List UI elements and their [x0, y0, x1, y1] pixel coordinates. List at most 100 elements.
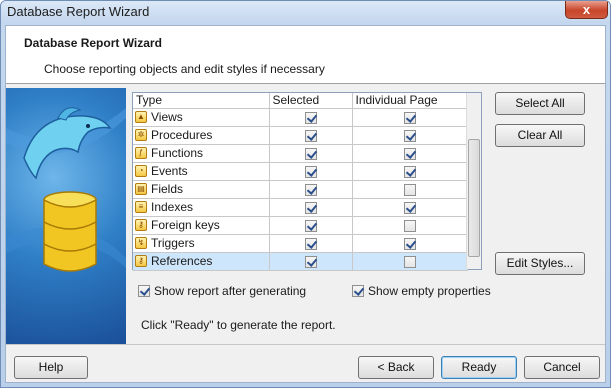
edit-styles-button[interactable]: Edit Styles... — [495, 252, 585, 275]
selected-cell[interactable] — [269, 234, 353, 253]
dialog-client-area: Database Report Wizard Choose reporting … — [5, 25, 606, 383]
type-label: Triggers — [151, 236, 195, 250]
grid-body: ▲ Views ✲ Procedures ƒ Functions ◔ Events ▤ Field… — [133, 108, 468, 271]
type-cell[interactable]: ▤ Fields — [133, 180, 270, 199]
footer-divider — [6, 344, 605, 345]
individual-page-checkbox[interactable] — [403, 147, 416, 160]
selected-cell[interactable] — [269, 180, 353, 199]
references-icon: ⚷ — [135, 255, 147, 267]
triggers-icon: ↯ — [135, 237, 147, 249]
ready-button[interactable]: Ready — [441, 356, 517, 379]
type-label: References — [151, 254, 213, 268]
selected-cell[interactable] — [269, 198, 353, 217]
type-cell[interactable]: ⚷ Foreign keys — [133, 216, 270, 235]
scrollbar-thumb[interactable] — [468, 139, 480, 257]
individual-page-checkbox[interactable] — [403, 129, 416, 142]
individual-page-cell[interactable] — [352, 216, 468, 235]
foreign-keys-icon: ⚷ — [135, 219, 147, 231]
column-header-individual-page[interactable]: Individual Page — [352, 93, 468, 109]
events-icon: ◔ — [135, 165, 147, 177]
window-title: Database Report Wizard — [7, 4, 150, 19]
selected-checkbox[interactable] — [304, 183, 317, 196]
back-button[interactable]: < Back — [358, 356, 434, 379]
selected-checkbox[interactable] — [304, 129, 317, 142]
grid-row[interactable]: ⚷ References — [133, 252, 468, 271]
wizard-window: Database Report Wizard x Database Report… — [0, 0, 611, 388]
dolphin-database-logo — [6, 88, 126, 344]
grid-row[interactable]: ⚷ Foreign keys — [133, 216, 468, 235]
type-cell[interactable]: ◔ Events — [133, 162, 270, 181]
edit-styles-label: Edit Styles... — [506, 256, 574, 270]
selected-cell[interactable] — [269, 252, 353, 271]
indexes-icon: ≡ — [135, 201, 147, 213]
individual-page-cell[interactable] — [352, 162, 468, 181]
individual-page-checkbox[interactable] — [403, 255, 416, 268]
close-button[interactable]: x — [565, 1, 608, 19]
grid-row[interactable]: ▲ Views — [133, 108, 468, 127]
column-header-selected[interactable]: Selected — [269, 93, 353, 109]
grid-row[interactable]: ▤ Fields — [133, 180, 468, 199]
selected-cell[interactable] — [269, 144, 353, 163]
grid-row[interactable]: ƒ Functions — [133, 144, 468, 163]
type-cell[interactable]: ↯ Triggers — [133, 234, 270, 253]
functions-icon: ƒ — [135, 147, 147, 159]
grid-row[interactable]: ↯ Triggers — [133, 234, 468, 253]
report-objects-grid[interactable]: Type Selected Individual Page ▲ Views ✲ Pro… — [132, 92, 482, 271]
type-cell[interactable]: ▲ Views — [133, 108, 270, 127]
type-label: Fields — [151, 182, 184, 196]
dolphin-logo-icon — [6, 107, 126, 272]
type-cell[interactable]: ≡ Indexes — [133, 198, 270, 217]
type-cell[interactable]: ⚷ References — [133, 252, 270, 271]
grid-vertical-scrollbar[interactable] — [466, 93, 481, 269]
grid-row[interactable]: ◔ Events — [133, 162, 468, 181]
views-icon: ▲ — [135, 111, 147, 123]
individual-page-checkbox[interactable] — [403, 111, 416, 124]
selected-checkbox[interactable] — [304, 237, 317, 250]
header-subtitle: Choose reporting objects and edit styles… — [44, 62, 325, 76]
show-empty-label: Show empty properties — [368, 284, 491, 298]
selected-checkbox[interactable] — [304, 201, 317, 214]
cancel-button[interactable]: Cancel — [524, 356, 600, 379]
clear-all-button[interactable]: Clear All — [495, 124, 585, 147]
individual-page-cell[interactable] — [352, 198, 468, 217]
selected-cell[interactable] — [269, 162, 353, 181]
individual-page-cell[interactable] — [352, 252, 468, 271]
individual-page-checkbox[interactable] — [403, 219, 416, 232]
type-label: Procedures — [151, 128, 213, 142]
selected-checkbox[interactable] — [304, 165, 317, 178]
individual-page-checkbox[interactable] — [403, 165, 416, 178]
individual-page-checkbox[interactable] — [403, 237, 416, 250]
help-button[interactable]: Help — [14, 356, 88, 379]
grid-header-row: Type Selected Individual Page — [133, 93, 468, 109]
selected-cell[interactable] — [269, 216, 353, 235]
individual-page-cell[interactable] — [352, 234, 468, 253]
select-all-button[interactable]: Select All — [495, 92, 585, 115]
selected-checkbox[interactable] — [304, 147, 317, 160]
header-title: Database Report Wizard — [24, 36, 162, 50]
individual-page-cell[interactable] — [352, 108, 468, 127]
type-label: Views — [151, 110, 183, 124]
selected-cell[interactable] — [269, 108, 353, 127]
individual-page-cell[interactable] — [352, 144, 468, 163]
individual-page-checkbox[interactable] — [403, 183, 416, 196]
type-label: Indexes — [151, 200, 194, 214]
show-report-checkbox[interactable] — [138, 285, 150, 297]
individual-page-cell[interactable] — [352, 126, 468, 145]
selected-cell[interactable] — [269, 126, 353, 145]
type-label: Events — [151, 164, 188, 178]
individual-page-cell[interactable] — [352, 180, 468, 199]
type-cell[interactable]: ✲ Procedures — [133, 126, 270, 145]
type-cell[interactable]: ƒ Functions — [133, 144, 270, 163]
selected-checkbox[interactable] — [304, 219, 317, 232]
selected-checkbox[interactable] — [304, 111, 317, 124]
individual-page-checkbox[interactable] — [403, 201, 416, 214]
title-bar[interactable]: Database Report Wizard x — [1, 1, 610, 23]
column-header-type[interactable]: Type — [133, 93, 270, 109]
show-report-option[interactable]: Show report after generating — [138, 284, 306, 298]
selected-checkbox[interactable] — [304, 255, 317, 268]
show-empty-option[interactable]: Show empty properties — [352, 284, 491, 298]
grid-row[interactable]: ≡ Indexes — [133, 198, 468, 217]
show-empty-checkbox[interactable] — [352, 285, 364, 297]
wizard-header: Database Report Wizard Choose reporting … — [6, 26, 605, 84]
grid-row[interactable]: ✲ Procedures — [133, 126, 468, 145]
